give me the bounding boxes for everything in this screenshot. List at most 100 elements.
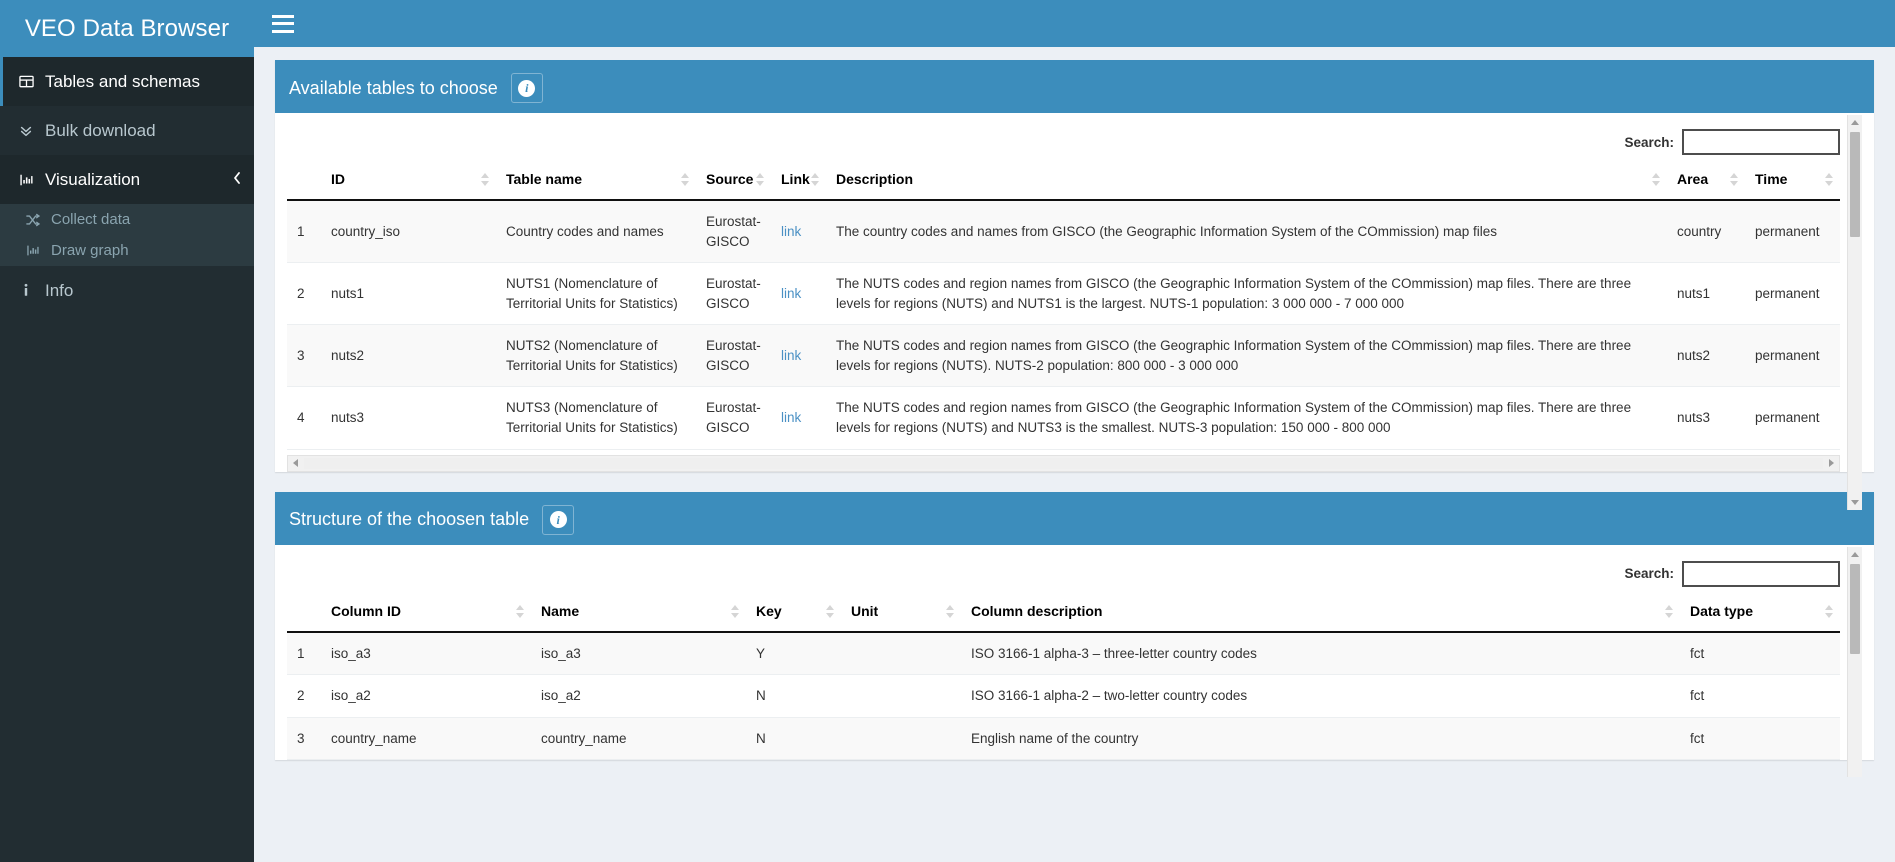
col-header-index[interactable] xyxy=(287,594,321,633)
scrollbar-thumb[interactable] xyxy=(1850,132,1860,237)
cell-source: Eurostat-GISCO xyxy=(696,386,771,450)
available-tables-header: Available tables to choose i xyxy=(275,63,1874,113)
sidebar-item-visualization[interactable]: Visualization xyxy=(0,155,254,204)
cell-column-id: country_name xyxy=(321,717,531,761)
cell-area: nuts2 xyxy=(1667,324,1745,388)
col-header-key[interactable]: Key xyxy=(746,594,841,633)
table-row[interactable]: 2 iso_a2 iso_a2 N ISO 3166-1 alpha-2 – t… xyxy=(287,674,1840,718)
cell-unit xyxy=(841,631,961,676)
available-tables-vertical-scrollbar[interactable] xyxy=(1847,115,1862,510)
box-title: Available tables to choose xyxy=(289,77,498,98)
cell-index: 4 xyxy=(287,386,321,450)
cell-description: The NUTS codes and region names from GIS… xyxy=(826,262,1667,326)
cell-description: ISO 3166-1 alpha-3 – three-letter countr… xyxy=(961,631,1680,676)
cell-column-id: iso_a2 xyxy=(321,674,531,718)
link-anchor[interactable]: link xyxy=(781,224,801,239)
cell-time: permanent xyxy=(1745,262,1840,326)
link-anchor[interactable]: link xyxy=(781,286,801,301)
sidebar-item-collect-data[interactable]: Collect data xyxy=(0,204,254,235)
col-header-source[interactable]: Source xyxy=(696,163,771,201)
cell-data-type: fct xyxy=(1680,674,1840,718)
app-root: VEO Data Browser Tables and schemas Bulk… xyxy=(0,0,1895,862)
box-title: Structure of the choosen table xyxy=(289,509,530,529)
sidebar-item-draw-graph[interactable]: Draw graph xyxy=(0,235,254,266)
table-row[interactable]: 4 nuts3 NUTS3 (Nomenclature of Territori… xyxy=(287,386,1840,450)
cell-time: permanent xyxy=(1745,200,1840,264)
sort-arrows-icon xyxy=(1665,604,1674,618)
col-header-table-name[interactable]: Table name xyxy=(496,163,696,201)
scroll-right-arrow-icon[interactable] xyxy=(1824,456,1839,471)
sort-arrows-icon xyxy=(756,173,765,186)
bar-chart-icon xyxy=(26,244,51,257)
cell-link[interactable]: link xyxy=(771,200,826,264)
scroll-up-arrow-icon[interactable] xyxy=(1848,115,1862,130)
cell-id: country_iso xyxy=(321,200,496,264)
cell-key: Y xyxy=(746,631,841,676)
available-tables-info-button[interactable]: i xyxy=(510,73,543,103)
sidebar-item-bulk-download[interactable]: Bulk download xyxy=(0,106,254,155)
available-tables-horizontal-scrollbar[interactable] xyxy=(287,454,1840,472)
col-header-area[interactable]: Area xyxy=(1667,163,1745,201)
search-label: Search: xyxy=(1624,134,1674,150)
cell-link[interactable]: link xyxy=(771,324,826,388)
chevron-left-icon[interactable] xyxy=(232,171,242,188)
col-header-id[interactable]: ID xyxy=(321,163,496,201)
col-header-index[interactable] xyxy=(287,163,321,201)
link-anchor[interactable]: link xyxy=(781,410,801,425)
sort-arrows-icon xyxy=(1652,173,1661,186)
scroll-left-arrow-icon[interactable] xyxy=(288,456,303,471)
table-row[interactable]: 1 iso_a3 iso_a3 Y ISO 3166-1 alpha-3 – t… xyxy=(287,631,1840,676)
table-row[interactable]: 3 country_name country_name N English na… xyxy=(287,717,1840,761)
cell-index: 3 xyxy=(287,717,321,761)
table-body: 1 country_iso Country codes and names Eu… xyxy=(287,200,1840,450)
cell-description: The NUTS codes and region names from GIS… xyxy=(826,324,1667,388)
sort-arrows-icon xyxy=(1825,173,1834,186)
sort-arrows-icon xyxy=(1730,173,1739,186)
cell-key: N xyxy=(746,674,841,718)
sidebar-item-label: Bulk download xyxy=(45,120,156,140)
info-icon xyxy=(19,283,45,298)
col-header-description[interactable]: Description xyxy=(826,163,1667,201)
available-tables-table: ID Table name Source Link Description Ar… xyxy=(287,163,1840,450)
content-area: Available tables to choose i Search: ID … xyxy=(254,47,1895,777)
col-header-unit[interactable]: Unit xyxy=(841,594,961,633)
structure-info-button[interactable]: i xyxy=(542,504,575,535)
cell-unit xyxy=(841,674,961,718)
cell-time: permanent xyxy=(1745,386,1840,450)
cell-index: 1 xyxy=(287,631,321,676)
scroll-up-arrow-icon[interactable] xyxy=(1848,547,1862,562)
sidebar-item-tables-and-schemas[interactable]: Tables and schemas xyxy=(0,57,254,106)
hamburger-icon[interactable] xyxy=(272,14,294,33)
col-header-link[interactable]: Link xyxy=(771,163,826,201)
col-header-time[interactable]: Time xyxy=(1745,163,1840,201)
table-row[interactable]: 1 country_iso Country codes and names Eu… xyxy=(287,200,1840,264)
cell-table-name: Country codes and names xyxy=(496,200,696,264)
table-row[interactable]: 3 nuts2 NUTS2 (Nomenclature of Territori… xyxy=(287,324,1840,388)
search-input[interactable] xyxy=(1682,560,1840,587)
cell-description: The country codes and names from GISCO (… xyxy=(826,200,1667,264)
link-anchor[interactable]: link xyxy=(781,348,801,363)
cell-area: nuts1 xyxy=(1667,262,1745,326)
structure-vertical-scrollbar[interactable] xyxy=(1847,546,1862,777)
sidebar-item-info[interactable]: Info xyxy=(0,266,254,315)
cell-index: 1 xyxy=(287,200,321,264)
cell-data-type: fct xyxy=(1680,717,1840,761)
structure-body: Search: Column ID Name Key Unit Column d… xyxy=(275,545,1874,777)
sort-arrows-icon xyxy=(516,604,525,618)
search-input[interactable] xyxy=(1682,129,1840,155)
sidebar: VEO Data Browser Tables and schemas Bulk… xyxy=(0,0,254,862)
col-header-name[interactable]: Name xyxy=(531,594,746,633)
scrollbar-thumb-horizontal[interactable] xyxy=(304,457,1823,469)
cell-id: nuts1 xyxy=(321,262,496,326)
info-circle-icon: i xyxy=(549,511,567,528)
cell-link[interactable]: link xyxy=(771,262,826,326)
col-header-data-type[interactable]: Data type xyxy=(1680,594,1840,633)
cell-time: permanent xyxy=(1745,324,1840,388)
cell-link[interactable]: link xyxy=(771,386,826,450)
scroll-down-arrow-icon[interactable] xyxy=(1848,495,1862,510)
col-header-column-id[interactable]: Column ID xyxy=(321,594,531,633)
table-row[interactable]: 2 nuts1 NUTS1 (Nomenclature of Territori… xyxy=(287,262,1840,326)
structure-datatable-wrap: Column ID Name Key Unit Column descripti… xyxy=(287,546,1862,777)
scrollbar-thumb[interactable] xyxy=(1850,563,1860,654)
col-header-column-description[interactable]: Column description xyxy=(961,594,1680,633)
